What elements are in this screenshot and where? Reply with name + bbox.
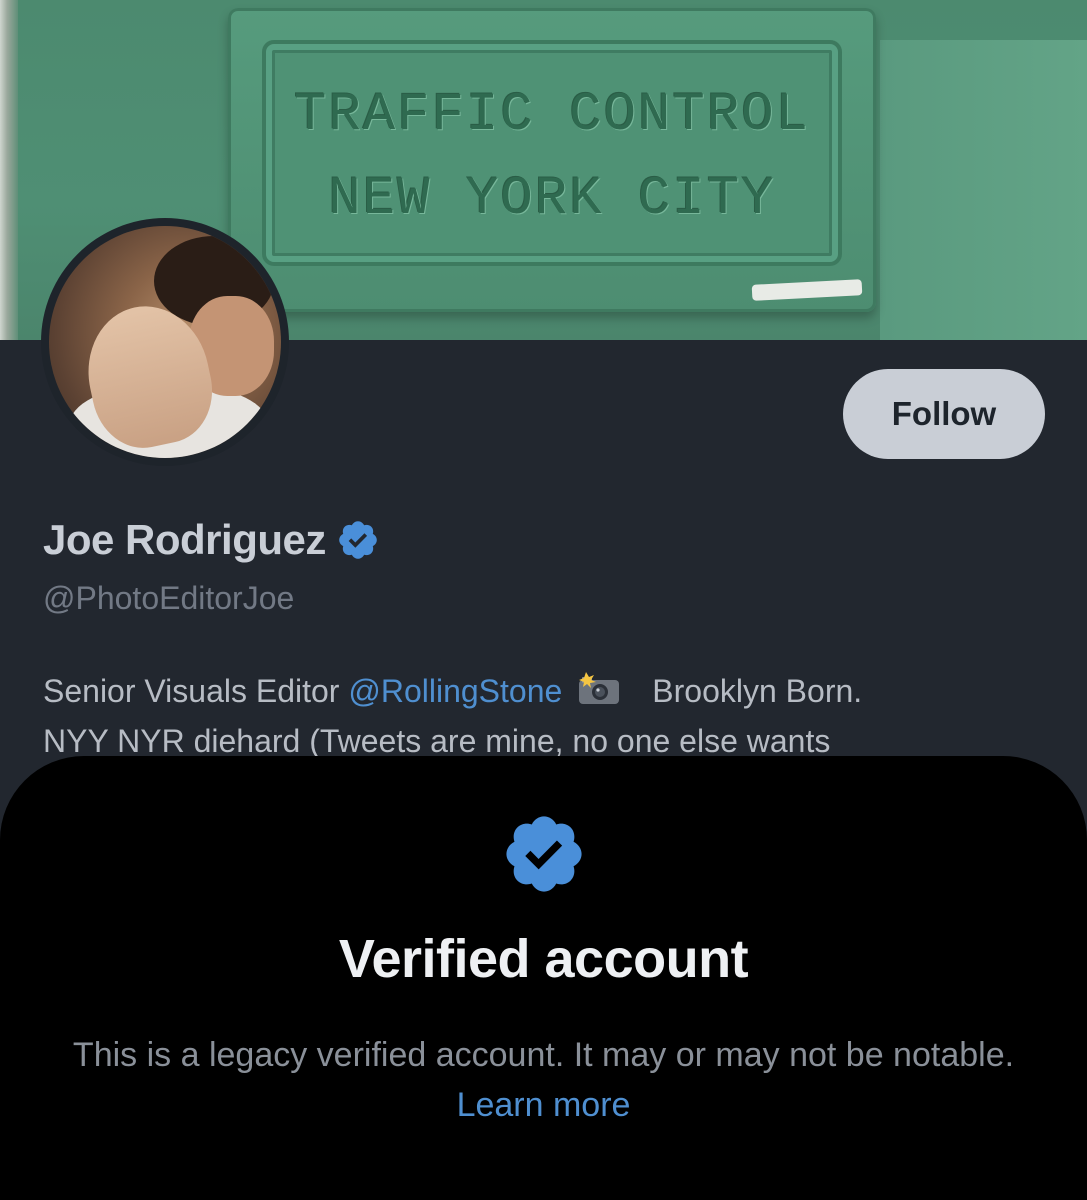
bio-mention-link[interactable]: @RollingStone — [348, 673, 562, 709]
sign-plate-inner — [262, 40, 842, 266]
profile-name-row: Joe Rodriguez — [43, 512, 380, 568]
banner-edge — [0, 0, 18, 340]
banner-post — [880, 40, 1087, 340]
bio-line-1: Senior Visuals Editor @RollingStone Broo… — [43, 666, 1053, 716]
avatar-photo — [49, 226, 281, 458]
verified-badge-icon[interactable] — [336, 518, 380, 562]
bio-text-suffix: Brooklyn Born. — [652, 673, 863, 709]
follow-button[interactable]: Follow — [843, 369, 1045, 459]
bio-text: Senior Visuals Editor — [43, 673, 340, 709]
learn-more-link[interactable]: Learn more — [457, 1086, 631, 1124]
camera-flash-icon — [579, 672, 620, 704]
verified-badge-icon — [506, 816, 582, 892]
avatar[interactable] — [41, 218, 289, 466]
sign-text-line-2: NEW YORK CITY — [328, 169, 776, 230]
sign-text-line-1: TRAFFIC CONTROL — [293, 85, 811, 146]
profile-handle: @PhotoEditorJoe — [43, 580, 295, 616]
sheet-title: Verified account — [338, 929, 749, 989]
display-name: Joe Rodriguez — [43, 516, 326, 563]
profile-page: TRAFFIC CONTROL NEW YORK CITY Follow Joe… — [0, 0, 1087, 1200]
profile-bio: Senior Visuals Editor @RollingStone Broo… — [43, 666, 1053, 766]
sheet-body: This is a legacy verified account. It ma… — [60, 1030, 1027, 1130]
sheet-body-text: This is a legacy verified account. It ma… — [72, 1036, 1015, 1074]
